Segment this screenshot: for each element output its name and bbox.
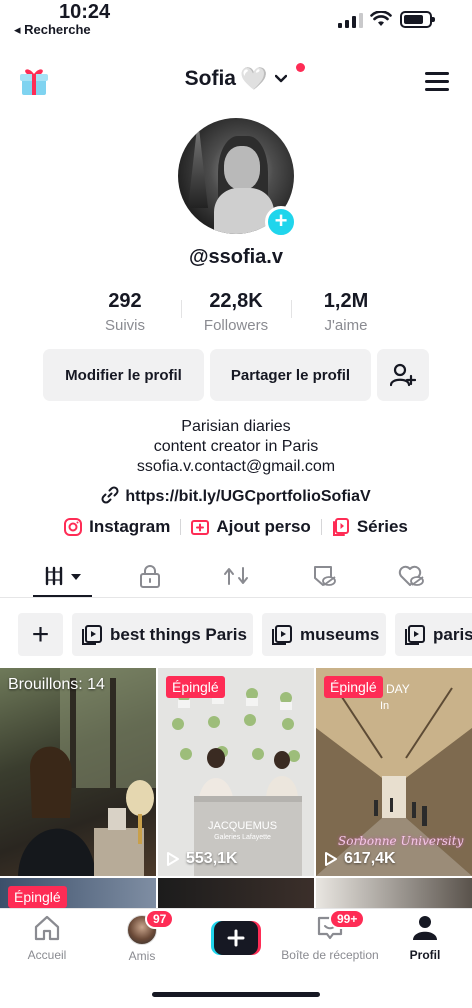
menu-icon[interactable] xyxy=(425,72,449,92)
account-switcher[interactable]: Sofia 🤍 xyxy=(185,66,288,92)
playlist-chip[interactable]: paris xyxy=(395,613,472,656)
video-thumbnail xyxy=(158,668,314,876)
link-icon xyxy=(101,486,119,504)
series-icon xyxy=(332,518,349,536)
add-avatar-plus-icon[interactable]: + xyxy=(265,206,297,238)
clock: 10:24 xyxy=(59,1,111,23)
inbox-badge: 99+ xyxy=(329,909,366,929)
pinned-badge: Épinglé xyxy=(166,676,225,698)
add-friend-button[interactable] xyxy=(377,349,429,401)
pinned-video-tile[interactable]: Épinglé xyxy=(0,878,156,908)
drafts-tile[interactable]: Brouillons: 14 xyxy=(0,668,156,876)
profile-tabs xyxy=(0,558,472,598)
home-indicator xyxy=(152,992,320,997)
pinned-video-tile[interactable]: DAY In Sorbonne University Épinglé 617,4… xyxy=(316,668,472,876)
playlist-icon xyxy=(272,624,292,645)
video-caption: DAY xyxy=(386,682,410,696)
playlist-icon xyxy=(82,624,102,645)
instagram-link[interactable]: Instagram xyxy=(54,517,180,537)
battery-icon xyxy=(400,11,435,28)
back-to-app-link[interactable]: ◂ Recherche xyxy=(14,22,91,38)
wifi-icon xyxy=(370,11,392,26)
bio-link[interactable]: https://bit.ly/UGCportfolioSofiaV xyxy=(0,486,472,506)
stat-followers[interactable]: 22,8K Followers xyxy=(181,290,291,334)
active-tab-indicator xyxy=(33,595,92,597)
video-thumbnail xyxy=(18,668,156,876)
playlist-chip[interactable]: best things Paris xyxy=(72,613,253,656)
add-user-icon xyxy=(390,363,416,387)
stat-following[interactable]: 292 Suivis xyxy=(70,290,180,334)
home-icon xyxy=(34,915,60,941)
instagram-icon xyxy=(64,518,83,536)
series-link[interactable]: Séries xyxy=(322,517,418,537)
heart-emoji: 🤍 xyxy=(239,66,268,92)
video-caption: In xyxy=(380,700,390,712)
tab-liked-hidden-icon[interactable] xyxy=(397,564,425,588)
video-caption: Sorbonne University xyxy=(338,834,464,848)
create-button[interactable] xyxy=(211,921,261,955)
signal-icon xyxy=(338,13,363,28)
nav-home[interactable]: Accueil xyxy=(0,915,97,962)
edit-profile-button[interactable]: Modifier le profil xyxy=(43,349,204,401)
view-count: 617,4K xyxy=(324,850,396,868)
bio: Parisian diaries content creator in Pari… xyxy=(136,418,336,475)
add-yours-link[interactable]: Ajout perso xyxy=(181,517,320,537)
play-icon xyxy=(167,852,179,866)
video-tile[interactable] xyxy=(316,878,472,908)
notification-dot xyxy=(296,63,305,72)
pinned-video-tile[interactable]: JACQUEMUS Galeries Lafayette Épinglé 553… xyxy=(158,668,314,876)
username: Sofia xyxy=(184,67,236,90)
tab-private-lock-icon[interactable] xyxy=(136,564,164,588)
pinned-badge: Épinglé xyxy=(8,886,67,908)
nav-profile[interactable]: Profil xyxy=(375,915,472,962)
view-count: 553,1K xyxy=(166,850,238,868)
stat-likes[interactable]: 1,2M J'aime xyxy=(291,290,401,334)
playlist-chip[interactable]: museums xyxy=(262,613,386,656)
add-playlist-button[interactable]: + xyxy=(18,613,63,656)
tab-reposts-icon[interactable] xyxy=(222,564,250,588)
status-bar: 10:24 ◂ Recherche xyxy=(0,0,472,44)
friends-badge: 97 xyxy=(145,909,175,929)
nav-inbox[interactable]: Boîte de réception 99+ xyxy=(280,909,380,962)
video-caption: JACQUEMUS Galeries Lafayette xyxy=(208,820,278,841)
play-icon xyxy=(325,852,337,866)
playlist-icon xyxy=(405,624,425,645)
share-profile-button[interactable]: Partager le profil xyxy=(210,349,371,401)
pinned-badge: Épinglé xyxy=(324,676,383,698)
profile-handle: @ssofia.v xyxy=(189,246,283,268)
video-grid: Brouillons: 14 JACQUEMUS Galeries Lafaye… xyxy=(0,668,472,908)
add-box-icon xyxy=(191,520,210,535)
nav-friends[interactable]: Amis 97 xyxy=(92,909,192,963)
profile-extras: Instagram Ajout perso Séries xyxy=(0,514,472,540)
video-tile[interactable] xyxy=(158,878,314,908)
chevron-down-icon xyxy=(275,74,288,83)
tab-videos[interactable] xyxy=(45,564,85,588)
playlist-row: + best things Paris museums paris xyxy=(18,613,472,657)
drafts-count: Brouillons: 14 xyxy=(8,676,105,693)
profile-icon xyxy=(413,916,437,940)
tab-favorites-hidden-icon[interactable] xyxy=(310,564,338,588)
